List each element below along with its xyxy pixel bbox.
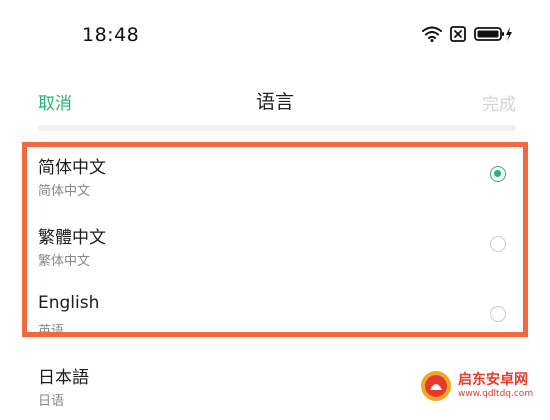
status-time: 18:48 xyxy=(82,24,140,46)
language-native-name: 英语 xyxy=(38,324,65,339)
language-native-name: 繁体中文 xyxy=(38,254,91,269)
language-row-simplified-chinese[interactable]: 简体中文 简体中文 xyxy=(0,140,550,210)
radio-unselected-icon[interactable] xyxy=(490,236,506,252)
language-native-name: 简体中文 xyxy=(38,184,91,199)
no-sim-icon xyxy=(450,26,466,42)
language-row-english[interactable]: English 英语 xyxy=(0,280,550,350)
done-button[interactable]: 完成 xyxy=(482,90,516,115)
nav-bar: 取消 语言 完成 xyxy=(0,70,550,130)
radio-selected-icon[interactable] xyxy=(490,166,506,182)
watermark: 启东安卓网 www.qdltdq.com xyxy=(420,370,533,402)
watermark-logo-icon xyxy=(421,371,451,401)
language-name: 日本語 xyxy=(38,368,89,388)
page-title: 语言 xyxy=(255,91,294,113)
status-bar: 18:48 xyxy=(0,0,550,70)
scroll-edge-divider xyxy=(38,125,516,131)
watermark-text: 启东安卓网 www.qdltdq.com xyxy=(458,373,533,399)
radio-unselected-icon[interactable] xyxy=(490,306,506,322)
language-name: English xyxy=(38,293,100,313)
language-name: 简体中文 xyxy=(38,158,106,178)
watermark-title: 启东安卓网 xyxy=(458,372,528,388)
battery-charging-icon xyxy=(474,27,512,41)
language-name: 繁體中文 xyxy=(38,228,106,248)
status-icons xyxy=(422,26,514,42)
language-native-name: 日语 xyxy=(38,394,65,409)
watermark-url: www.qdltdq.com xyxy=(458,389,534,399)
language-row-traditional-chinese[interactable]: 繁體中文 繁体中文 xyxy=(0,210,550,280)
wifi-icon xyxy=(422,26,442,42)
